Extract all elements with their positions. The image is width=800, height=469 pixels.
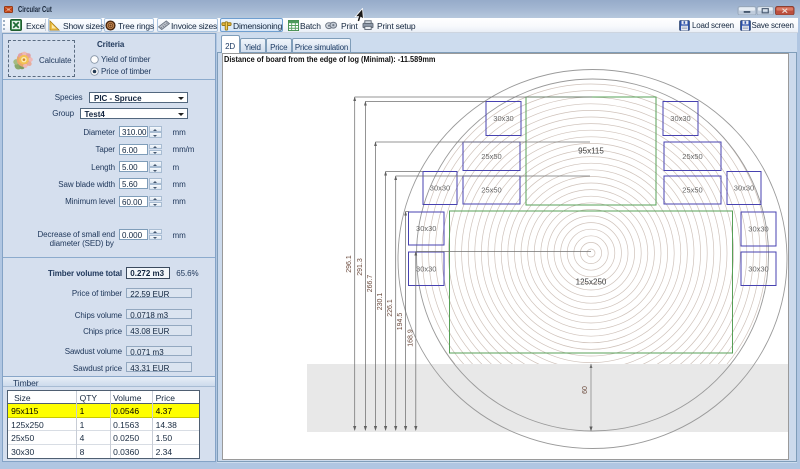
svg-text:30x30: 30x30	[430, 184, 450, 193]
svg-text:230.1: 230.1	[377, 293, 384, 311]
svg-text:25x50: 25x50	[481, 186, 501, 195]
svg-text:30x30: 30x30	[670, 114, 690, 123]
svg-text:60: 60	[582, 386, 589, 394]
svg-text:291.3: 291.3	[357, 258, 364, 276]
svg-text:266.7: 266.7	[367, 275, 374, 293]
svg-text:30x30: 30x30	[416, 224, 436, 233]
svg-text:25x50: 25x50	[481, 152, 501, 161]
svg-text:296.1: 296.1	[346, 255, 353, 273]
svg-text:226.1: 226.1	[387, 299, 394, 317]
svg-text:168.9: 168.9	[407, 329, 414, 347]
svg-text:25x50: 25x50	[682, 186, 702, 195]
svg-text:30x30: 30x30	[416, 264, 436, 273]
svg-text:25x50: 25x50	[682, 152, 702, 161]
svg-text:95x115: 95x115	[578, 147, 604, 156]
svg-text:30x30: 30x30	[748, 225, 768, 234]
svg-text:30x30: 30x30	[748, 264, 768, 273]
svg-text:30x30: 30x30	[734, 184, 754, 193]
svg-text:125x250: 125x250	[576, 278, 607, 287]
svg-text:30x30: 30x30	[493, 114, 513, 123]
svg-text:194.5: 194.5	[397, 313, 404, 331]
